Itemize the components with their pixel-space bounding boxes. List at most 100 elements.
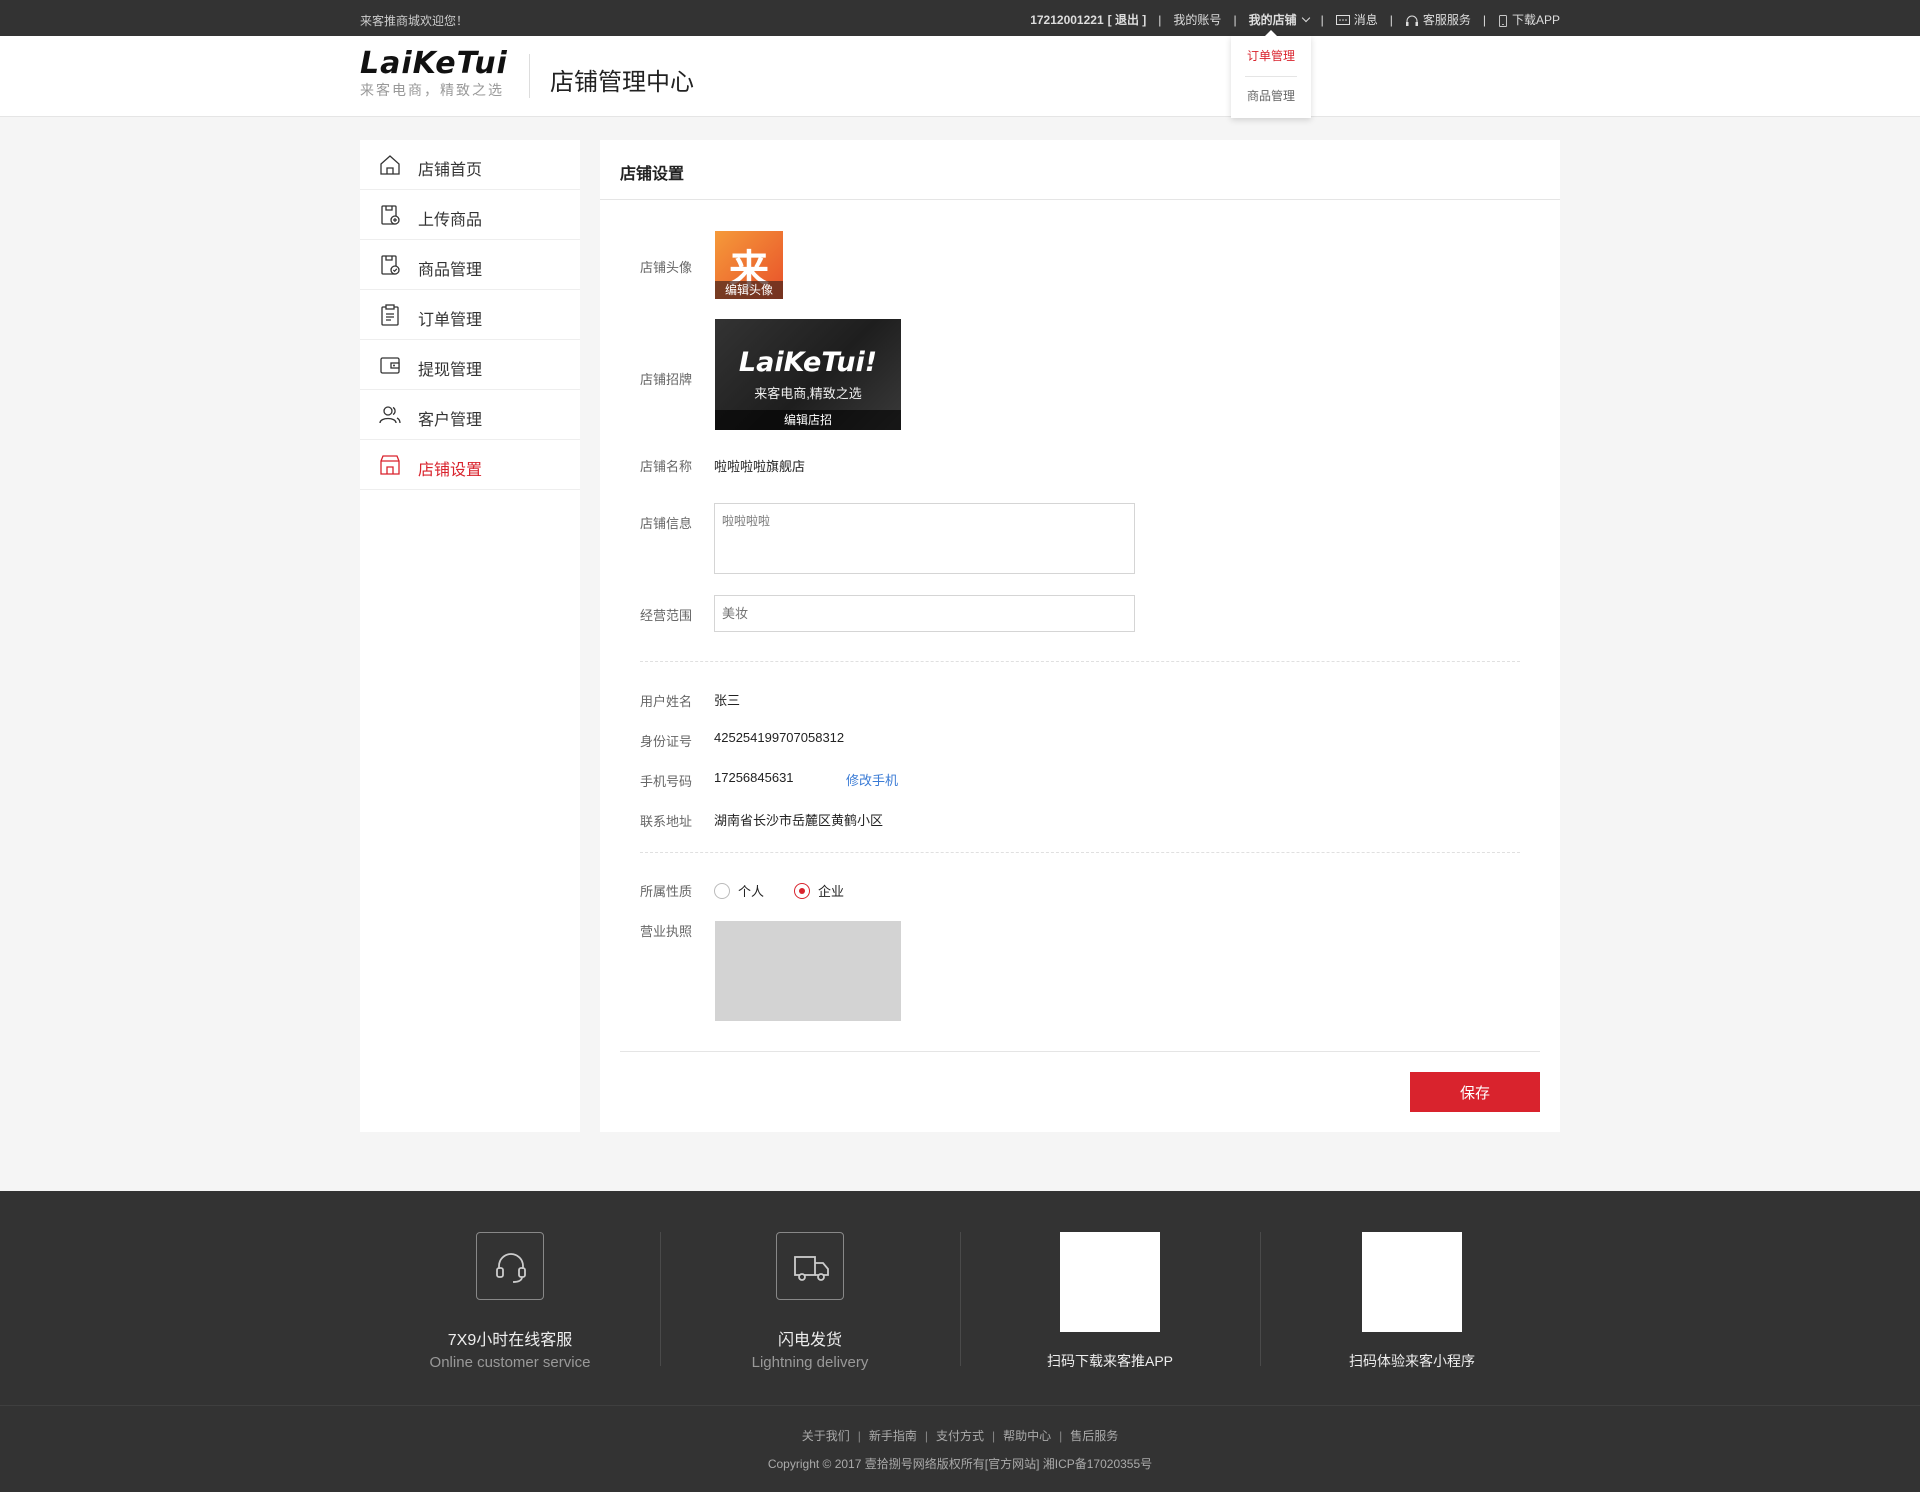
footer-link-about[interactable]: 关于我们 [802,1429,850,1443]
dropdown-item-order-manage[interactable]: 订单管理 [1231,36,1311,76]
my-store-menu[interactable]: 我的店铺 [1249,11,1310,28]
my-account-link[interactable]: 我的账号 [1173,11,1221,28]
footer-link-payment[interactable]: 支付方式 [936,1429,984,1443]
clipboard-icon [381,304,399,326]
service-delivery: 闪电发货 Lightning delivery [660,1232,960,1371]
copyright: Copyright © 2017 壹拾捌号网络版权所有[官方网站] 湘ICP备1… [767,1457,1153,1471]
separator: | [1059,1429,1063,1443]
store-avatar[interactable]: 来 编辑头像 [715,231,783,299]
radio-circle[interactable] [714,882,730,899]
top-nav: 17212001221 [ 退出 ] | 我的账号 | 我的店铺 | 消息 | … [1030,11,1560,28]
upload-product-icon [381,205,400,225]
panel-title: 店铺设置 [620,166,685,183]
separator: | [924,1429,928,1443]
logout-link[interactable]: [ 退出 ] [1108,11,1147,28]
radio-circle[interactable] [794,882,810,899]
edit-banner-button[interactable]: 编辑店招 [715,410,901,430]
banner-label: 店铺招牌 [640,372,693,387]
logo-text: LaiKeTui [360,46,508,81]
radio-label: 个人 [738,884,765,899]
sidebar-item-label: 提现管理 [418,362,483,379]
radio-personal[interactable]: 个人 [714,881,764,900]
messages-link[interactable]: 消息 [1335,11,1378,28]
store-info-field[interactable] [714,503,1135,574]
store-banner[interactable]: LaiKeTui! 来客电商,精致之选 编辑店招 [715,319,901,430]
separator: | [1233,12,1237,27]
modify-phone-link[interactable]: 修改手机 [846,770,898,789]
qr-caption: 扫码下载来客推APP [1046,1353,1173,1369]
logo[interactable]: LaiKeTui 来客电商，精致之选 [360,49,510,100]
qr-miniprogram: 扫码体验来客小程序 [1262,1232,1562,1371]
address-label: 联系地址 [640,814,693,829]
divider [529,54,530,98]
sidebar-item-store-settings[interactable]: 店铺设置 [360,440,580,490]
message-icon [1335,14,1350,25]
qr-caption: 扫码体验来客小程序 [1349,1353,1475,1369]
my-store-dropdown: 订单管理 商品管理 [1231,30,1311,118]
footer-links: 关于我们 | 新手指南 | 支付方式 | 帮助中心 | 售后服务 [0,1427,1920,1444]
store-icon [380,455,400,475]
edit-avatar-button[interactable]: 编辑头像 [715,281,783,299]
store-info-label: 店铺信息 [640,516,693,531]
business-license-image[interactable] [715,921,901,1021]
headset-icon-box [476,1232,544,1300]
service-subtitle: Online customer service [429,1354,591,1371]
store-settings-panel: 店铺设置 店铺头像 来 编辑头像 店铺招牌 LaiKeTui! 来客电商,精致之… [600,140,1560,1132]
product-manage-icon [381,255,400,275]
service-title: 7X9小时在线客服 [447,1332,573,1349]
truck-icon [794,1256,829,1281]
sidebar-item-label: 店铺首页 [418,162,483,179]
sidebar-item-label: 客户管理 [418,412,483,429]
divider [620,1051,1540,1052]
radio-enterprise[interactable]: 企业 [794,881,844,900]
avatar-label: 店铺头像 [640,260,693,275]
sidebar-item-store-home[interactable]: 店铺首页 [360,140,580,190]
users-icon [379,406,401,424]
logo-slogan: 来客电商，精致之选 [360,82,504,98]
sidebar-item-withdraw-manage[interactable]: 提现管理 [360,340,580,390]
radio-label: 企业 [818,884,845,899]
home-icon [380,155,400,175]
download-app-link[interactable]: 下载APP [1498,11,1560,28]
dropdown-item-product-manage[interactable]: 商品管理 [1231,76,1311,116]
sidebar-item-label: 商品管理 [418,262,483,279]
sidebar-item-customer-manage[interactable]: 客户管理 [360,390,580,440]
business-scope-field[interactable] [714,595,1135,632]
license-label: 营业执照 [640,924,693,939]
customer-service-link[interactable]: 客服服务 [1405,11,1471,28]
store-name-value: 啦啦啦啦旗舰店 [714,459,806,474]
sidebar-item-order-manage[interactable]: 订单管理 [360,290,580,340]
footer-link-aftersale[interactable]: 售后服务 [1070,1429,1118,1443]
save-button[interactable]: 保存 [1410,1072,1540,1112]
id-number-label: 身份证号 [640,734,693,749]
divider [1245,76,1297,77]
qr-code-miniprogram [1362,1232,1462,1332]
sidebar-item-product-manage[interactable]: 商品管理 [360,240,580,290]
divider [600,199,1560,200]
sidebar-item-upload-product[interactable]: 上传商品 [360,190,580,240]
user-name-label: 用户姓名 [640,694,693,709]
sidebar-item-label: 上传商品 [418,212,483,229]
truck-icon-box [776,1232,844,1300]
separator: | [1389,12,1393,27]
qr-app: 扫码下载来客推APP [960,1232,1260,1371]
service-title: 闪电发货 [777,1332,842,1349]
business-scope-label: 经营范围 [640,608,693,623]
footer-link-help[interactable]: 帮助中心 [1003,1429,1051,1443]
sidebar-item-label: 订单管理 [418,312,483,329]
address-value: 湖南省长沙市岳麓区黄鹤小区 [714,813,884,828]
footer: 7X9小时在线客服 Online customer service 闪电发货 L… [0,1191,1920,1492]
separator: | [1158,12,1162,27]
separator: | [992,1429,996,1443]
user-phone: 17212001221 [1030,12,1104,27]
footer-link-guide[interactable]: 新手指南 [869,1429,917,1443]
service-subtitle: Lightning delivery [751,1354,869,1371]
banner-logo-text: LaiKeTui! [738,347,878,378]
welcome-text: 来客推商城欢迎您！ [360,14,469,28]
phone-icon [1499,14,1507,27]
phone-value: 17256845631 [714,770,794,785]
user-name-value: 张三 [714,693,741,708]
wallet-icon [380,357,400,374]
dashed-divider [640,852,1520,853]
id-number-value: 425254199707058312 [714,730,845,745]
